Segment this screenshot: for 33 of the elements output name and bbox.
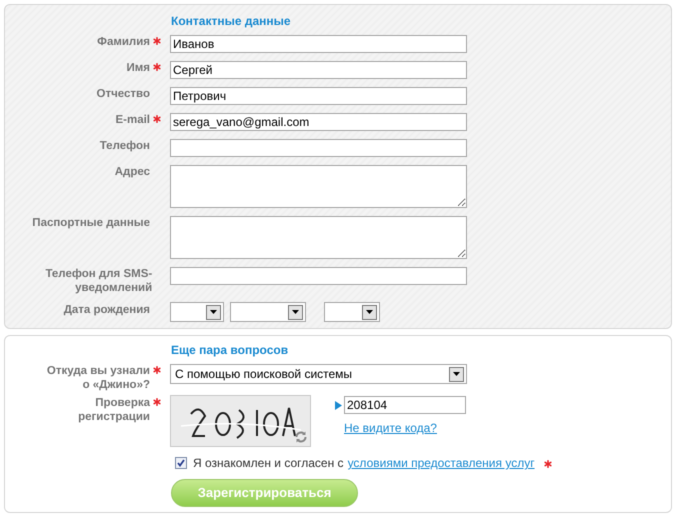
section-heading: Еще пара вопросов bbox=[171, 343, 290, 358]
field-label: Телефон bbox=[100, 139, 150, 153]
field-label: Фамилия bbox=[97, 35, 150, 49]
help-link[interactable]: Не видите кода? bbox=[344, 419, 437, 437]
input-field[interactable]: Иванов bbox=[170, 35, 467, 53]
checkbox[interactable] bbox=[175, 457, 187, 469]
select-value: С помощью поисковой системы bbox=[175, 366, 352, 383]
agreement-text: Я ознакомлен и согласен с bbox=[193, 455, 344, 472]
text-area[interactable] bbox=[170, 165, 467, 208]
source-select[interactable]: С помощью поисковой системы bbox=[170, 364, 467, 384]
field-label: Телефон для SMS-уведомлений bbox=[44, 267, 152, 295]
input-field[interactable]: serega_vano@gmail.com bbox=[170, 113, 467, 131]
field-label: Откуда вы узнали о «Джино»? bbox=[46, 364, 150, 392]
refresh-icon[interactable] bbox=[294, 430, 308, 444]
text-area[interactable] bbox=[170, 216, 467, 259]
terms-link[interactable]: условиями предоставления услуг bbox=[348, 454, 535, 472]
section-heading: Контактные данные bbox=[171, 14, 292, 29]
date-select[interactable] bbox=[170, 302, 224, 322]
field-label: Отчество bbox=[96, 87, 150, 101]
field-label: Адрес bbox=[114, 165, 150, 179]
field-label: Имя bbox=[126, 61, 150, 75]
field-label: Паспортные данные bbox=[32, 216, 150, 230]
captcha-input[interactable]: 208104 bbox=[344, 396, 466, 414]
field-label: Дата рождения bbox=[64, 303, 150, 317]
date-select[interactable] bbox=[230, 302, 306, 322]
input-field[interactable]: Сергей bbox=[170, 61, 467, 79]
field-label: Проверка регистрации bbox=[77, 396, 150, 424]
input-field[interactable] bbox=[170, 267, 467, 285]
pointer-icon bbox=[335, 400, 342, 410]
input-field[interactable] bbox=[170, 139, 467, 157]
date-select[interactable] bbox=[324, 302, 380, 322]
field-label: E-mail bbox=[115, 113, 150, 127]
input-field[interactable]: Петрович bbox=[170, 87, 467, 105]
